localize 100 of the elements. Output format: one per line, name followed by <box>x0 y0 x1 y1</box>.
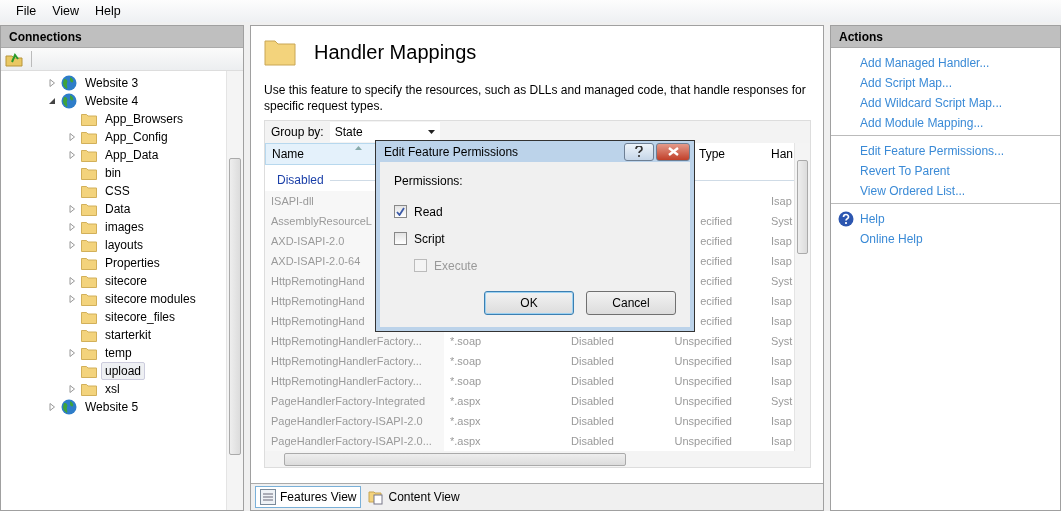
folder-up-icon[interactable] <box>5 51 23 67</box>
tree-item[interactable]: starterkit <box>101 326 155 344</box>
group-by-dropdown[interactable]: State <box>329 122 440 142</box>
table-cell: ecified <box>700 255 732 267</box>
help-icon <box>837 211 854 227</box>
tree-item[interactable]: sitecore_files <box>101 308 180 326</box>
expand-arrow-icon[interactable] <box>68 133 76 141</box>
folder-icon <box>81 292 97 306</box>
dialog-button[interactable]: OK <box>484 291 574 315</box>
expand-arrow-icon[interactable] <box>68 349 76 357</box>
tree-item[interactable]: Website 5 <box>81 398 143 416</box>
expand-arrow-icon[interactable] <box>48 403 56 411</box>
tree-item[interactable]: sitecore modules <box>101 290 200 308</box>
folder-icon <box>81 346 97 360</box>
menu-item[interactable]: Help <box>87 4 129 18</box>
expand-arrow-icon[interactable] <box>68 151 76 159</box>
checkbox[interactable] <box>394 232 407 245</box>
table-cell: Unspecified <box>674 355 732 367</box>
action-link[interactable]: View Ordered List... <box>860 184 966 198</box>
folder-icon <box>81 364 97 378</box>
checkbox-label: Script <box>414 231 445 246</box>
permissions-label: Permissions: <box>394 174 464 188</box>
table-cell: ecified <box>700 315 732 327</box>
folder-icon <box>81 130 97 144</box>
table-cell: Unspecified <box>674 415 732 427</box>
table-cell: Syst <box>771 215 793 227</box>
expand-arrow-icon[interactable] <box>68 277 76 285</box>
checkbox[interactable] <box>394 205 407 218</box>
action-link[interactable]: Help <box>860 212 885 226</box>
table-cell: Unspecified <box>674 395 732 407</box>
table-cell: *.aspx <box>450 415 481 427</box>
table-cell: Isap <box>771 315 792 327</box>
menu-item[interactable]: View <box>44 4 88 18</box>
tree-item[interactable]: Data <box>101 200 135 218</box>
table-cell: Disabled <box>571 435 614 447</box>
action-link[interactable]: Add Wildcard Script Map... <box>860 96 1003 110</box>
table-cell: Isap <box>771 235 792 247</box>
folder-icon <box>81 256 97 270</box>
expand-arrow-icon[interactable] <box>68 385 76 393</box>
table-cell: HttpRemotingHandlerFactory... <box>271 355 422 367</box>
pane-header: Actions <box>831 26 1060 48</box>
tree-item[interactable]: Website 3 <box>81 74 143 92</box>
view-tab[interactable]: Features View <box>255 486 362 508</box>
tree-item[interactable]: App_Config <box>101 128 172 146</box>
folder-icon <box>81 202 97 216</box>
table-cell: Disabled <box>571 355 614 367</box>
table-cell: *.aspx <box>450 395 481 407</box>
close-button[interactable] <box>656 142 690 161</box>
table-cell: Disabled <box>571 395 614 407</box>
tree-item[interactable]: CSS <box>101 182 134 200</box>
table-cell: Syst <box>771 275 793 287</box>
tree-item[interactable]: sitecore <box>101 272 152 290</box>
table-cell: Isap <box>771 355 792 367</box>
expand-arrow-icon[interactable] <box>68 205 76 213</box>
question-icon <box>635 146 643 157</box>
table-cell: *.soap <box>450 355 482 367</box>
scrollbar[interactable] <box>226 71 243 510</box>
list-icon <box>260 489 276 505</box>
action-link[interactable]: Revert To Parent <box>860 164 950 178</box>
table-cell: Disabled <box>571 335 614 347</box>
expand-arrow-icon[interactable] <box>68 295 76 303</box>
table-cell: HttpRemotingHand <box>271 295 365 307</box>
folder-icon <box>264 38 296 66</box>
action-link[interactable]: Add Module Mapping... <box>860 116 984 130</box>
tree-item[interactable]: xsl <box>101 380 124 398</box>
table-cell: Isap <box>771 195 792 207</box>
table-cell: ecified <box>700 215 732 227</box>
folder-icon <box>81 238 97 252</box>
action-link[interactable]: Edit Feature Permissions... <box>860 144 1005 158</box>
expand-arrow-icon[interactable] <box>48 79 56 87</box>
column-header[interactable]: Han <box>765 143 794 165</box>
collapse-arrow-icon[interactable] <box>48 97 56 105</box>
globe-icon <box>61 93 77 109</box>
action-link[interactable]: Add Managed Handler... <box>860 56 990 70</box>
feature-description: Use this feature to specify the resources, such as DLLs and managed code, that handle responses for specific request types. <box>264 82 807 114</box>
tree-item[interactable]: temp <box>101 344 136 362</box>
table-cell: Disabled <box>571 375 614 387</box>
dialog-button[interactable]: Cancel <box>586 291 676 315</box>
table-cell: ecified <box>700 275 732 287</box>
help-button[interactable] <box>624 142 654 161</box>
pane-header: Connections <box>1 26 243 48</box>
table-cell: AssemblyResourceL <box>271 215 372 227</box>
table-cell: AXD-ISAPI-2.0-64 <box>271 255 361 267</box>
tree-item[interactable]: upload <box>101 362 146 380</box>
group-header: Disabled <box>277 173 324 187</box>
tree-item[interactable]: images <box>101 218 148 236</box>
action-link[interactable]: Add Script Map... <box>860 76 953 90</box>
view-tab[interactable]: Content View <box>363 486 465 508</box>
expand-arrow-icon[interactable] <box>68 241 76 249</box>
tree-item[interactable]: Properties <box>101 254 164 272</box>
globe-icon <box>61 399 77 415</box>
tree-item[interactable]: layouts <box>101 236 148 254</box>
tree-item[interactable]: Website 4 <box>81 92 143 110</box>
menu-item[interactable]: File <box>8 4 45 18</box>
action-link[interactable]: Online Help <box>860 232 923 246</box>
expand-arrow-icon[interactable] <box>68 223 76 231</box>
documents-icon <box>368 489 385 505</box>
tree-item[interactable]: App_Data <box>101 146 163 164</box>
tree-item[interactable]: App_Browsers <box>101 110 188 128</box>
tree-item[interactable]: bin <box>101 164 125 182</box>
